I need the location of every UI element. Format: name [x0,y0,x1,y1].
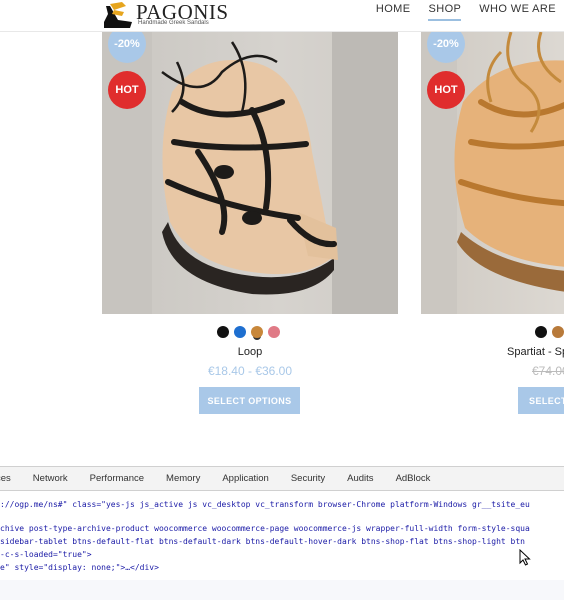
product-price: €74.00 [532,364,564,378]
product-price: €18.40 - €36.00 [207,364,293,378]
hot-badge: HOT [427,71,465,109]
hot-badge: HOT [108,71,146,109]
product-title[interactable]: Loop [200,346,300,358]
select-options-button[interactable]: SELECT [518,387,564,414]
main-nav: HOME SHOP WHO WE ARE [376,3,556,21]
swatch-pink[interactable] [268,326,280,338]
sandal-logo-icon [104,2,132,28]
mouse-pointer-icon [519,549,531,566]
devtools-tab-performance[interactable]: Performance [79,473,155,484]
devtools-tab-security[interactable]: Security [280,473,336,484]
swatch-blue[interactable] [234,326,246,338]
swatch-black[interactable] [535,326,547,338]
nav-home[interactable]: HOME [376,3,411,21]
nav-who-we-are[interactable]: WHO WE ARE [479,3,556,21]
devtools-tab-adblock[interactable]: AdBlock [385,473,442,484]
swatch-brown[interactable] [552,326,564,338]
devtools-tab-sources[interactable]: ces [0,473,22,484]
devtools-tab-application[interactable]: Application [211,473,279,484]
nav-shop[interactable]: SHOP [428,3,462,21]
dom-line[interactable]: ://ogp.me/ns#" class="yes-js js_active j… [0,499,564,512]
product-title[interactable]: Spartiat - Sp [507,346,564,358]
select-options-button[interactable]: SELECT OPTIONS [199,387,300,414]
site-header: PAGONIS Handmade Greek Sandals HOME SHOP… [0,0,564,32]
devtools-panel: ces Network Performance Memory Applicati… [0,466,564,600]
logo-tagline: Handmade Greek Sandals [138,20,209,26]
product-image[interactable]: -20% HOT [102,32,398,314]
dom-line[interactable]: -c-s-loaded="true"> [0,549,564,562]
color-swatches [217,326,280,338]
devtools-elements-tree[interactable]: ://ogp.me/ns#" class="yes-js js_active j… [0,491,564,575]
devtools-tab-network[interactable]: Network [22,473,79,484]
sandal-photo [102,32,398,314]
product-image[interactable]: -20% HOT [421,32,564,314]
dom-line[interactable]: sidebar-tablet btns-default-flat btns-de… [0,536,564,549]
devtools-tab-memory[interactable]: Memory [155,473,211,484]
devtools-tab-audits[interactable]: Audits [336,473,384,484]
swatch-tan[interactable] [251,326,263,338]
swatch-black[interactable] [217,326,229,338]
dom-line[interactable]: chive post-type-archive-product woocomme… [0,523,564,536]
color-swatches [535,326,564,338]
dom-line[interactable]: e" style="display: none;">…</div> [0,562,564,575]
devtools-tabbar: ces Network Performance Memory Applicati… [0,467,564,491]
product-grid: -20% HOT Loop €18.40 - €36.00 SELECT OPT… [0,32,564,466]
devtools-footer [0,580,564,600]
site-logo[interactable]: PAGONIS Handmade Greek Sandals [100,0,230,30]
